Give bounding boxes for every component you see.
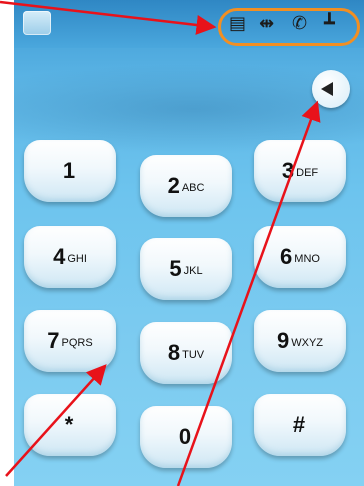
key-7[interactable]: 7 PQRS: [24, 310, 116, 372]
key-4[interactable]: 4 GHI: [24, 226, 116, 288]
key-1[interactable]: 1: [24, 140, 116, 202]
key-8[interactable]: 8 TUV: [140, 322, 232, 384]
status-icons-highlight-ring: [218, 8, 360, 46]
key-2[interactable]: 2 ABC: [140, 155, 232, 217]
annotated-screenshot: ▤ ⇹ ✆ ┻ 1 2 ABC 3 DEF 4 GHI 5 JKL 6 MNO …: [0, 0, 364, 486]
backspace-icon: [321, 82, 333, 96]
menu-button[interactable]: [23, 11, 51, 35]
status-bar: ▤ ⇹ ✆ ┻: [14, 0, 364, 48]
key-0[interactable]: 0: [140, 406, 232, 468]
phone-dialer-screen: ▤ ⇹ ✆ ┻ 1 2 ABC 3 DEF 4 GHI 5 JKL 6 MNO …: [14, 0, 364, 486]
key-9[interactable]: 9 WXYZ: [254, 310, 346, 372]
key-3[interactable]: 3 DEF: [254, 140, 346, 202]
key-5[interactable]: 5 JKL: [140, 238, 232, 300]
backspace-button[interactable]: [312, 70, 350, 108]
key-star[interactable]: *: [24, 394, 116, 456]
key-hash[interactable]: #: [254, 394, 346, 456]
key-6[interactable]: 6 MNO: [254, 226, 346, 288]
